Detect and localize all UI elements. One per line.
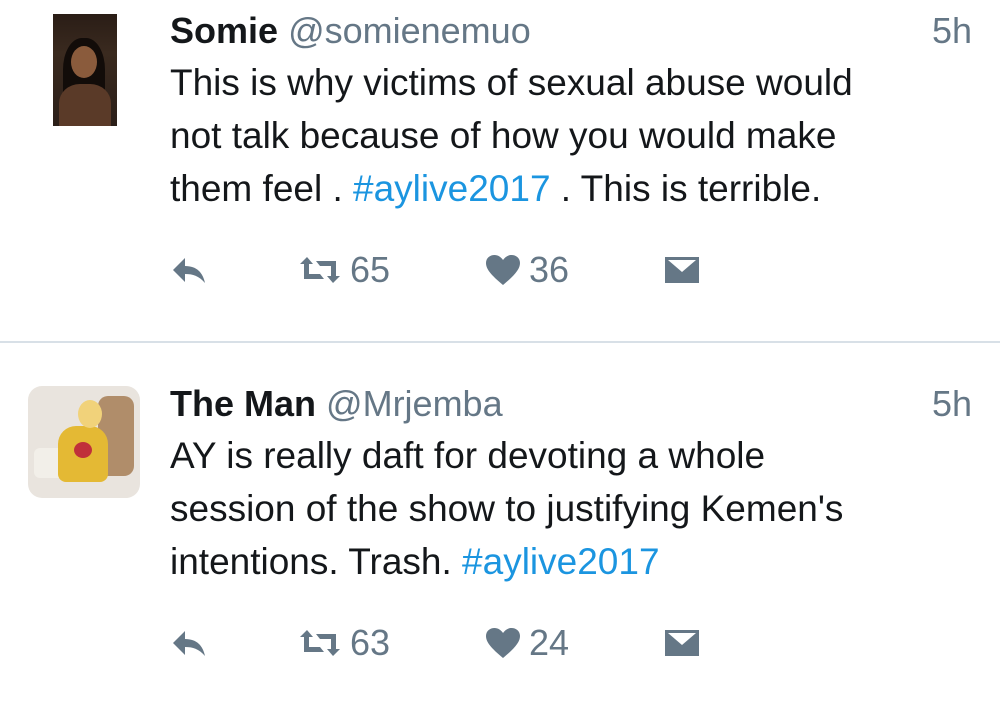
avatar[interactable] <box>53 14 117 126</box>
like-count: 24 <box>529 622 570 663</box>
reply-icon <box>173 631 205 656</box>
reply-button[interactable] <box>170 623 208 663</box>
author-line[interactable]: The Man @Mrjemba <box>170 383 503 425</box>
tweet-text-line: This is why victims of sexual abuse woul… <box>170 62 853 103</box>
tweet-text: AY is really daft for devoting a whole s… <box>170 429 970 588</box>
author-name[interactable]: Somie <box>170 10 278 51</box>
tweet[interactable]: Somie @somienemuo 5h This is why victims… <box>0 0 1000 341</box>
retweet-count: 65 <box>350 249 391 290</box>
author-name[interactable]: The Man <box>170 383 316 424</box>
tweet[interactable]: The Man @Mrjemba 5h AY is really daft fo… <box>0 343 1000 705</box>
avatar[interactable] <box>28 386 140 498</box>
hashtag-link[interactable]: #aylive2017 <box>462 541 659 582</box>
author-handle[interactable]: @Mrjemba <box>326 383 503 424</box>
like-button[interactable]: 24 <box>485 622 570 663</box>
tweet-text-line: intentions. Trash. #aylive2017 <box>170 541 660 582</box>
reply-button[interactable] <box>170 250 208 290</box>
retweet-button[interactable]: 65 <box>298 249 391 290</box>
avatar-face <box>71 46 97 78</box>
retweet-icon <box>300 257 340 283</box>
heart-icon <box>486 255 520 285</box>
retweet-icon <box>300 630 340 656</box>
message-button[interactable] <box>664 250 700 290</box>
tweet-text-line: them feel . #aylive2017 . This is terrib… <box>170 168 822 209</box>
envelope-icon <box>665 257 699 283</box>
timestamp[interactable]: 5h <box>932 10 972 52</box>
tweet-text: This is why victims of sexual abuse woul… <box>170 56 970 215</box>
avatar-figure-head <box>78 400 102 428</box>
retweet-button[interactable]: 63 <box>298 622 391 663</box>
tweet-text-line: AY is really daft for devoting a whole <box>170 435 766 476</box>
author-line[interactable]: Somie @somienemuo <box>170 10 531 52</box>
like-count: 36 <box>529 249 570 290</box>
retweet-count: 63 <box>350 622 391 663</box>
avatar-body <box>59 84 111 126</box>
message-button[interactable] <box>664 623 700 663</box>
timestamp[interactable]: 5h <box>932 383 972 425</box>
reply-icon <box>173 258 205 283</box>
envelope-icon <box>665 630 699 656</box>
heart-icon <box>486 628 520 658</box>
tweet-text-line: session of the show to justifying Kemen'… <box>170 488 844 529</box>
avatar-figure-glove <box>74 442 92 458</box>
author-handle[interactable]: @somienemuo <box>288 10 531 51</box>
hashtag-link[interactable]: #aylive2017 <box>353 168 550 209</box>
tweet-text-line: not talk because of how you would make <box>170 115 837 156</box>
like-button[interactable]: 36 <box>485 249 570 290</box>
